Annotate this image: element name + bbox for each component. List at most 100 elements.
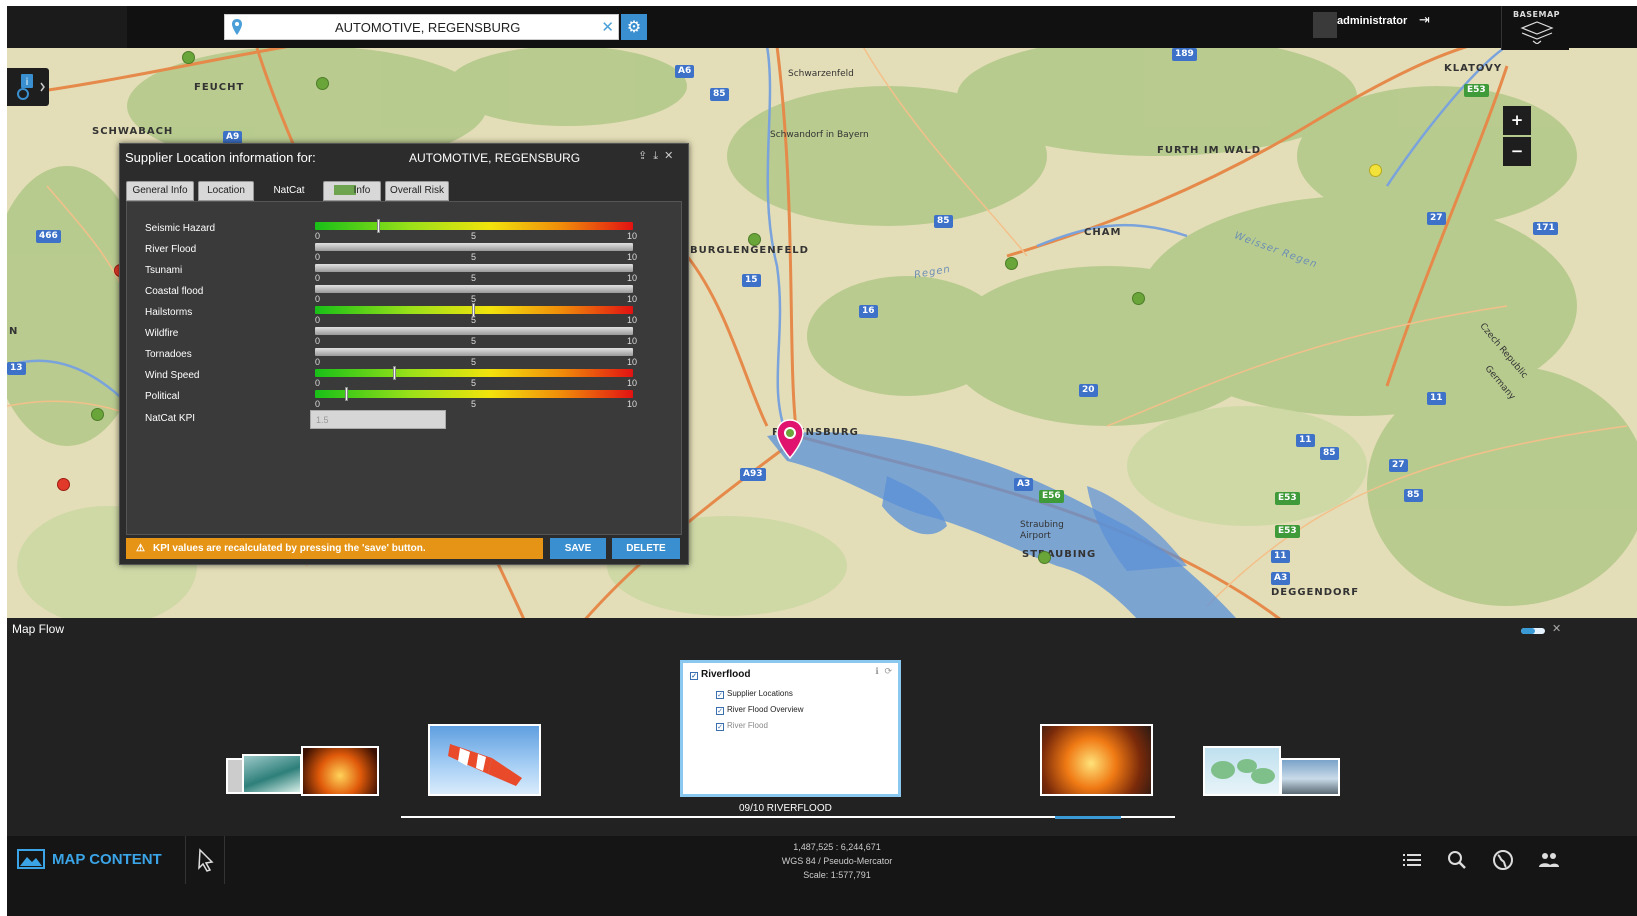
road-shield: 20: [1079, 384, 1098, 397]
layer-item[interactable]: ✓ River Flood: [716, 721, 768, 731]
location-pin-icon: [232, 19, 242, 35]
map-content-label: MAP CONTENT: [52, 851, 162, 868]
clear-icon[interactable]: ✕: [601, 18, 614, 36]
road-shield: 11: [1427, 392, 1446, 405]
hazard-row: Wildfire 0 5 10: [127, 324, 683, 346]
flow-thumb-worldmap[interactable]: [1203, 746, 1281, 796]
supplier-marker-risk[interactable]: [57, 478, 70, 491]
close-icon[interactable]: ✕: [664, 149, 673, 162]
search-input[interactable]: AUTOMOTIVE, REGENSBURG ✕: [224, 14, 619, 40]
info-icon[interactable]: ℹ: [875, 667, 878, 677]
map-flow-timeline-position[interactable]: [1055, 816, 1121, 819]
hazard-slider[interactable]: [315, 243, 633, 251]
select-tool-button[interactable]: [185, 836, 225, 884]
tab-location[interactable]: Location: [198, 181, 254, 201]
road-shield: 27: [1427, 212, 1446, 225]
search-settings-button[interactable]: ⚙: [621, 14, 647, 40]
flow-thumb-port[interactable]: [1280, 758, 1340, 796]
supplier-marker[interactable]: [91, 408, 104, 421]
logout-icon[interactable]: ⇥: [1419, 13, 1430, 28]
road-shield: 85: [1404, 489, 1423, 502]
delete-button[interactable]: DELETE: [612, 538, 680, 559]
checkbox-icon[interactable]: ✓: [716, 723, 724, 731]
hazard-scale-tick: 0: [315, 399, 321, 409]
checkbox-icon[interactable]: ✓: [716, 707, 724, 715]
tab-general-info[interactable]: General Info: [126, 181, 194, 201]
tab-overall-risk[interactable]: Overall Risk: [385, 181, 449, 201]
kpi-label: NatCat KPI: [145, 413, 196, 424]
projection: WGS 84 / Pseudo-Mercator: [781, 856, 893, 866]
hazard-row: Wind Speed 0 5 10: [127, 366, 683, 388]
user-menu[interactable]: administrator ⇥: [1313, 12, 1433, 38]
close-icon[interactable]: ✕: [1552, 622, 1561, 635]
hazard-scale-tick: 10: [627, 399, 638, 409]
hazard-label: Political: [145, 391, 180, 402]
layer-tool-button[interactable]: i: [7, 68, 49, 106]
hazard-slider[interactable]: [315, 327, 633, 335]
hazard-label: Coastal flood: [145, 286, 204, 297]
flow-thumb-tsunami[interactable]: [242, 754, 302, 794]
road-shield: A93: [740, 468, 766, 481]
download-icon[interactable]: ⤓: [653, 149, 658, 162]
globe-icon[interactable]: [1491, 848, 1515, 872]
hazard-slider[interactable]: [315, 369, 633, 377]
search-value: AUTOMOTIVE, REGENSBURG: [335, 20, 521, 35]
save-button[interactable]: SAVE: [550, 538, 606, 559]
road-shield: 13: [7, 362, 26, 375]
hazard-slider[interactable]: [315, 264, 633, 272]
road-shield: 16: [859, 305, 878, 318]
tab-info-label: Info: [353, 185, 371, 196]
zoom-in-button[interactable]: +: [1503, 106, 1531, 135]
hazard-scale: 0 5 10: [315, 399, 638, 409]
flow-thumb-windsock[interactable]: [428, 724, 541, 796]
flow-thumb-wildfire[interactable]: [301, 746, 379, 796]
map-label-place: Straubing Airport: [1020, 520, 1064, 541]
map-label-place: FURTH IM WALD: [1157, 145, 1262, 156]
supplier-marker[interactable]: [1132, 292, 1145, 305]
road-shield: 85: [1320, 447, 1339, 460]
map-flow-title: Map Flow: [12, 622, 65, 636]
basemap-button[interactable]: BASEMAP: [1501, 6, 1569, 50]
flow-thumb-political[interactable]: [1040, 724, 1153, 796]
hazard-label: Wildfire: [145, 328, 179, 339]
layer-item[interactable]: ✓ Supplier Locations: [716, 689, 793, 699]
checkbox-icon[interactable]: ✓: [690, 672, 698, 680]
map-content-button[interactable]: MAP CONTENT: [7, 836, 183, 884]
supplier-marker[interactable]: [1005, 257, 1018, 270]
users-icon[interactable]: [1537, 848, 1561, 872]
list-icon[interactable]: [1400, 848, 1424, 872]
search-icon[interactable]: [1445, 848, 1469, 872]
supplier-marker-warning[interactable]: [1369, 164, 1382, 177]
hazard-slider[interactable]: [315, 348, 633, 356]
hazard-slider[interactable]: [315, 390, 633, 398]
basemap-layers-icon: [1520, 21, 1554, 44]
zoom-out-button[interactable]: −: [1503, 137, 1531, 166]
hazard-slider[interactable]: [315, 285, 633, 293]
checkbox-icon[interactable]: ✓: [716, 691, 724, 699]
flow-card-riverflood[interactable]: ✓ Riverflood ℹ ⟳ ✓ Supplier Locations ✓ Riv…: [680, 660, 901, 797]
supplier-marker[interactable]: [748, 233, 761, 246]
map-label-place: SCHWABACH: [92, 126, 174, 137]
map-label-place: DEGGENDORF: [1271, 587, 1360, 598]
layer-item[interactable]: ✓ River Flood Overview: [716, 705, 803, 715]
kpi-field[interactable]: 1.5: [310, 410, 446, 429]
road-shield: A6: [675, 65, 695, 78]
coordinates: 1,487,525 : 6,244,671: [793, 842, 881, 852]
map-label-place: FEUCHT: [194, 82, 245, 93]
road-shield: 466: [36, 230, 61, 243]
map-label-place: KLATOVY: [1444, 63, 1503, 74]
map-flow-caption: 09/10 RIVERFLOOD: [739, 803, 832, 814]
selected-location-pin-icon[interactable]: [776, 419, 804, 459]
supplier-marker[interactable]: [1038, 551, 1051, 564]
hazard-slider[interactable]: [315, 222, 633, 230]
map-flow-toggle[interactable]: [1521, 628, 1545, 634]
export-icon[interactable]: ⇪: [638, 149, 647, 162]
svg-text:i: i: [26, 77, 29, 88]
coordinate-readout: 1,487,525 : 6,244,671 WGS 84 / Pseudo-Me…: [737, 840, 937, 882]
supplier-marker[interactable]: [182, 51, 195, 64]
tab-natcat[interactable]: NatCat: [259, 181, 319, 201]
refresh-icon[interactable]: ⟳: [884, 667, 892, 677]
road-shield: E53: [1464, 84, 1489, 97]
supplier-marker[interactable]: [316, 77, 329, 90]
tab-info[interactable]: Info: [323, 181, 381, 201]
